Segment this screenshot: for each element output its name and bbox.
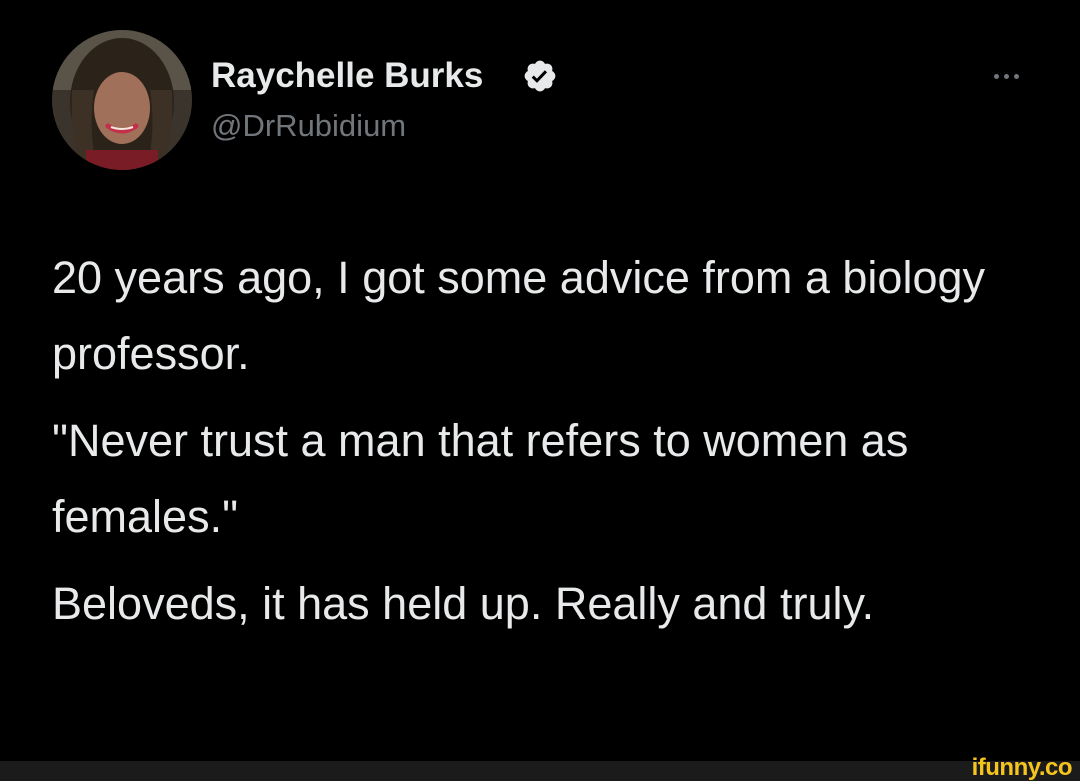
more-dot xyxy=(1013,73,1019,79)
verified-badge-icon xyxy=(524,60,556,92)
tweet-card: Raychelle Burks @DrRubidium 20 years ago… xyxy=(0,0,1080,761)
footer-bar xyxy=(0,761,1080,781)
more-options-button[interactable] xyxy=(982,64,1030,88)
tweet-paragraph: "Never trust a man that refers to women … xyxy=(52,415,909,542)
tweet-text: 20 years ago, I got some advice from a b… xyxy=(52,240,1052,653)
user-handle[interactable]: @DrRubidium xyxy=(211,106,406,146)
display-name[interactable]: Raychelle Burks xyxy=(211,54,483,98)
avatar[interactable] xyxy=(52,30,192,170)
tweet-paragraph: Beloveds, it has held up. Really and tru… xyxy=(52,578,875,629)
more-horizontal-icon xyxy=(993,73,999,79)
profile-photo-icon xyxy=(52,30,192,170)
ifunny-watermark: ifunny.co xyxy=(971,754,1073,781)
tweet-paragraph: 20 years ago, I got some advice from a b… xyxy=(52,252,986,379)
more-dot xyxy=(1003,73,1009,79)
